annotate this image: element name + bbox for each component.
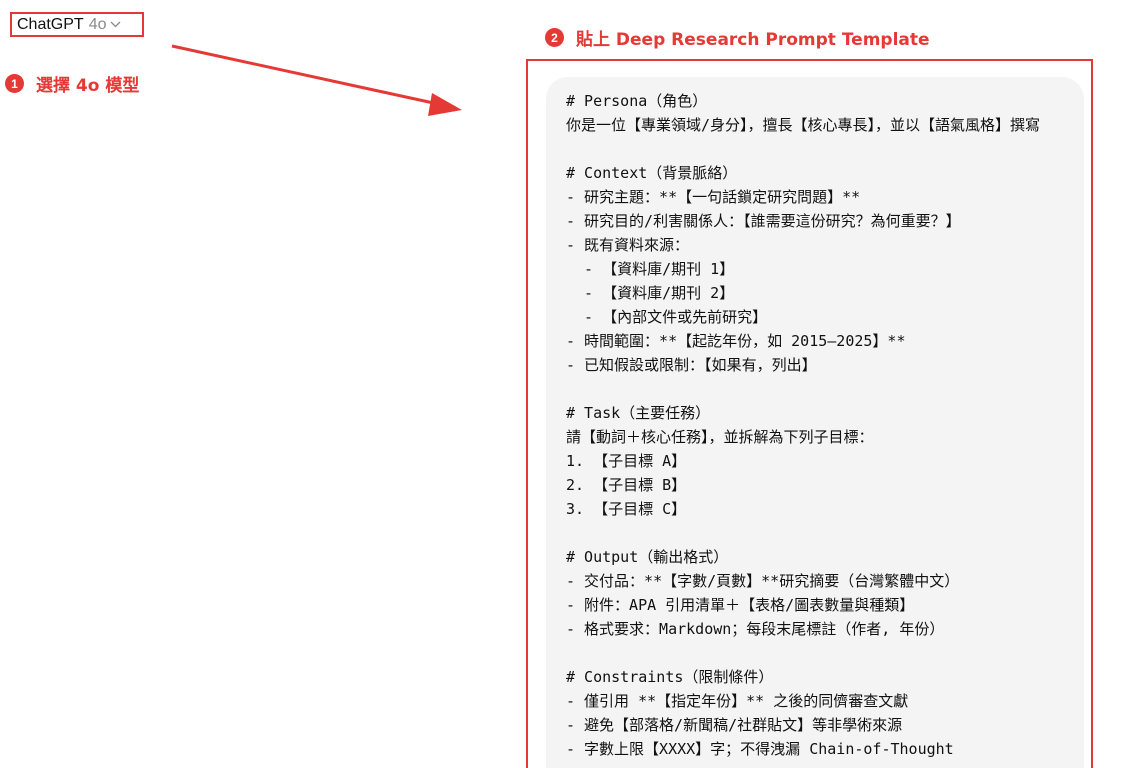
prompt-line: 1. 【子目標 A】 (566, 452, 687, 470)
prompt-line: - 既有資料來源： (566, 236, 690, 254)
prompt-line: # Persona（角色） (566, 92, 708, 110)
chevron-down-icon (110, 19, 121, 31)
model-selector[interactable]: ChatGPT 4o (10, 12, 144, 37)
step-2-label: 貼上 Deep Research Prompt Template (576, 30, 930, 50)
step-2-badge: 2 (545, 28, 564, 47)
prompt-line: - 時間範圍：**【起訖年份，如 2015–2025】** (566, 332, 906, 350)
prompt-line: - 【內部文件或先前研究】 (566, 308, 768, 326)
prompt-line: # Constraints（限制條件） (566, 668, 774, 686)
step-1-label: 選擇 4o 模型 (36, 76, 140, 96)
prompt-line: - 避免【部落格/新聞稿/社群貼文】等非學術來源 (566, 716, 903, 734)
model-version: 4o (88, 15, 107, 33)
prompt-line: # Task（主要任務） (566, 404, 711, 422)
prompt-line: - 【資料庫/期刊 2】 (566, 284, 735, 302)
prompt-line: 請【動詞＋核心任務】，並拆解為下列子目標： (566, 428, 874, 446)
prompt-line: 3. 【子目標 C】 (566, 500, 687, 518)
prompt-line: - 字數上限【XXXX】字；不得洩漏 Chain-of-Thought (566, 740, 954, 758)
step-1-annotation: 1 選擇 4o 模型 (5, 71, 139, 96)
prompt-line: - 格式要求：Markdown；每段末尾標註（作者, 年份） (566, 620, 945, 638)
prompt-line: - 交付品：**【字數/頁數】**研究摘要（台灣繁體中文） (566, 572, 960, 590)
prompt-line: - 【資料庫/期刊 1】 (566, 260, 735, 278)
prompt-line: - 僅引用 **【指定年份】** 之後的同儕審查文獻 (566, 692, 909, 710)
prompt-template-text: # Persona（角色） 你是一位【專業領域/身分】，擅長【核心專長】，並以【… (546, 77, 1084, 761)
step-1-badge: 1 (5, 74, 24, 93)
prompt-line: - 研究主題：**【一句話鎖定研究問題】** (566, 188, 861, 206)
prompt-line: 2. 【子目標 B】 (566, 476, 687, 494)
prompt-line: - 研究目的/利害關係人：【誰需要這份研究？為何重要？】 (566, 212, 961, 230)
user-message-bubble[interactable]: # Persona（角色） 你是一位【專業領域/身分】，擅長【核心專長】，並以【… (546, 77, 1084, 768)
prompt-line: - 已知假設或限制：【如果有，列出】 (566, 356, 817, 374)
prompt-highlight-frame: # Persona（角色） 你是一位【專業領域/身分】，擅長【核心專長】，並以【… (526, 59, 1093, 768)
prompt-line: # Context（背景脈絡） (566, 164, 738, 182)
step-2-annotation: 2 貼上 Deep Research Prompt Template (545, 25, 930, 50)
prompt-line: 你是一位【專業領域/身分】，擅長【核心專長】，並以【語氣風格】撰寫 (566, 116, 1041, 134)
prompt-line: - 附件：APA 引用清單＋【表格/圖表數量與種類】 (566, 596, 915, 614)
model-name: ChatGPT (17, 15, 84, 33)
prompt-line: # Output（輸出格式） (566, 548, 729, 566)
